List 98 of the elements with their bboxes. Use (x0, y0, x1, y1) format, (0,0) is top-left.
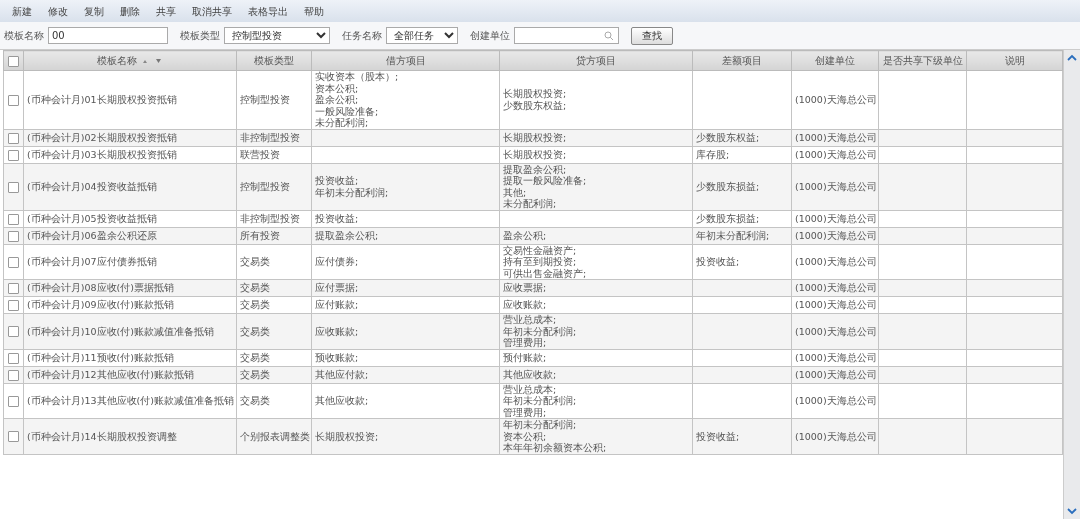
unit-name: (1000)天海总公司 (795, 351, 877, 363)
cell-text: 少数股东权益; (696, 131, 760, 144)
template-type: 联营投资 (240, 148, 280, 160)
unit-name: (1000)天海总公司 (795, 180, 877, 192)
template-name: (币种会计月)11预收(付)账款抵销 (27, 351, 174, 363)
cell-text: 年初未分配利润; (696, 229, 770, 242)
template-type: 交易类 (240, 299, 270, 311)
column-header: 借方项目 (385, 55, 426, 66)
cell-text: 其他应收款; (503, 368, 557, 381)
template-type: 交易类 (240, 256, 270, 267)
unit-name: (1000)天海总公司 (795, 131, 877, 143)
cell-text: 应付票据; (315, 282, 359, 294)
template-name: (币种会计月)06盈余公积还原 (27, 229, 157, 241)
template-name: (币种会计月)12其他应收(付)账款抵销 (27, 368, 194, 380)
filter-label: 模板名称 (4, 29, 44, 43)
unit-name: (1000)天海总公司 (795, 148, 877, 160)
template-type: 交易类 (240, 325, 270, 337)
cell-text: 应付债券; (315, 256, 359, 268)
template-type: 控制型投资 (240, 94, 290, 105)
cell-text: 提取盈余公积; 提取一般风险准备; 其他; 未分配利润; (503, 163, 587, 210)
cell-text: 少数股东损益; (696, 180, 760, 193)
template-name: (币种会计月)10应收(付)账款减值准备抵销 (27, 325, 214, 337)
filter-label: 任务名称 (342, 29, 382, 43)
unit-name: (1000)天海总公司 (795, 430, 877, 442)
cell-text: 长期股权投资; (503, 148, 567, 161)
cell-text: 应收账款; (503, 299, 547, 311)
filter-label: 创建单位 (470, 29, 510, 43)
cell-text: 交易性金融资产; 持有至到期投资; 可供出售金融资产; (503, 244, 587, 279)
column-header: 说明 (1004, 55, 1025, 66)
template-type: 非控制型投资 (240, 131, 300, 143)
cell-text: 预收账款; (315, 351, 359, 364)
cell-text: 长期股权投资; 少数股东权益; (503, 88, 567, 112)
template-type: 交易类 (240, 351, 270, 363)
template-name: (币种会计月)09应收(付)账款抵销 (27, 299, 174, 311)
template-type: 交易类 (240, 282, 270, 294)
unit-name: (1000)天海总公司 (795, 229, 877, 241)
cell-text: 长期股权投资; (503, 131, 567, 144)
cell-text: 库存股; (696, 148, 730, 161)
toolbar-button[interactable]: 表格导出 (244, 3, 292, 19)
toolbar-button[interactable]: 删除 (116, 3, 144, 19)
cell-text: 应付账款; (315, 299, 359, 311)
toolbar-button[interactable]: 帮助 (300, 3, 328, 19)
template-name: (币种会计月)04投资收益抵销 (27, 180, 157, 192)
unit-name: (1000)天海总公司 (795, 256, 877, 267)
column-header: 模板类型 (254, 55, 294, 66)
unit-name: (1000)天海总公司 (795, 282, 877, 294)
template-type: 控制型投资 (240, 180, 290, 192)
template-name: (币种会计月)05投资收益抵销 (27, 212, 157, 224)
toolbar-button[interactable]: 复制 (80, 3, 108, 19)
toolbar-button[interactable]: 共享 (152, 3, 180, 19)
template-type: 非控制型投资 (240, 212, 300, 224)
unit-name: (1000)天海总公司 (795, 212, 877, 224)
cell-text: 实收资本（股本）; 资本公积; 盈余公积; 一般风险准备; 未分配利润; (315, 71, 399, 129)
cell-text: 提取盈余公积; (315, 229, 379, 242)
template-type: 个别报表调整类 (240, 430, 310, 442)
search-button[interactable]: 查找 (631, 26, 673, 45)
cell-text: 其他应收款; (315, 395, 369, 407)
unit-name: (1000)天海总公司 (795, 299, 877, 311)
cell-text: 其他应付款; (315, 368, 369, 381)
cell-text: 营业总成本; 年初未分配利润; 管理费用; (503, 383, 577, 418)
text-field[interactable]: 00 (48, 27, 168, 44)
template-name: (币种会计月)14长期股权投资调整 (27, 430, 177, 442)
template-name: (币种会计月)03长期股权投资抵销 (27, 148, 177, 160)
column-header: 是否共享下级单位 (882, 55, 963, 66)
cell-text: 年初未分配利润; 资本公积; 本年年初余额资本公积; (503, 419, 607, 454)
template-type: 所有投资 (240, 229, 280, 241)
template-name: (币种会计月)13其他应收(付)账款减值准备抵销 (27, 395, 234, 406)
filter-label: 模板类型 (180, 29, 220, 43)
dropdown[interactable]: 全部任务 (386, 27, 458, 44)
toolbar-button[interactable]: 新建 (8, 3, 36, 19)
column-header: 模板名称 (97, 55, 137, 66)
column-header: 贷方项目 (576, 55, 616, 66)
template-name: (币种会计月)01长期股权投资抵销 (27, 94, 177, 105)
dropdown[interactable]: 控制型投资 (224, 27, 330, 44)
unit-name: (1000)天海总公司 (795, 368, 877, 380)
cell-text: 应收票据; (503, 282, 547, 294)
template-name: (币种会计月)08应收(付)票据抵销 (27, 282, 174, 294)
cell-text: 应收账款; (315, 325, 359, 337)
template-name: (币种会计月)07应付债券抵销 (27, 256, 157, 267)
cell-text: 投资收益; (696, 256, 740, 268)
cell-text: 投资收益; (696, 430, 740, 442)
template-type: 交易类 (240, 395, 270, 406)
cell-text: 盈余公积; (503, 229, 547, 242)
column-header: 差额项目 (722, 55, 762, 66)
cell-text: 预付账款; (503, 351, 547, 364)
cell-text: 少数股东损益; (696, 212, 760, 225)
unit-name: (1000)天海总公司 (795, 325, 877, 337)
cell-text: 长期股权投资; (315, 430, 379, 442)
template-type: 交易类 (240, 368, 270, 380)
unit-name: (1000)天海总公司 (795, 395, 877, 406)
cell-text: 营业总成本; 年初未分配利润; 管理费用; (503, 314, 577, 349)
toolbar-button[interactable]: 修改 (44, 3, 72, 19)
cell-text: 投资收益; 年初未分配利润; (315, 175, 389, 198)
template-name: (币种会计月)02长期股权投资抵销 (27, 131, 177, 143)
toolbar-button[interactable]: 取消共享 (188, 3, 236, 19)
cell-text: 投资收益; (315, 212, 359, 225)
unit-name: (1000)天海总公司 (795, 94, 877, 105)
column-header: 创建单位 (815, 55, 855, 66)
